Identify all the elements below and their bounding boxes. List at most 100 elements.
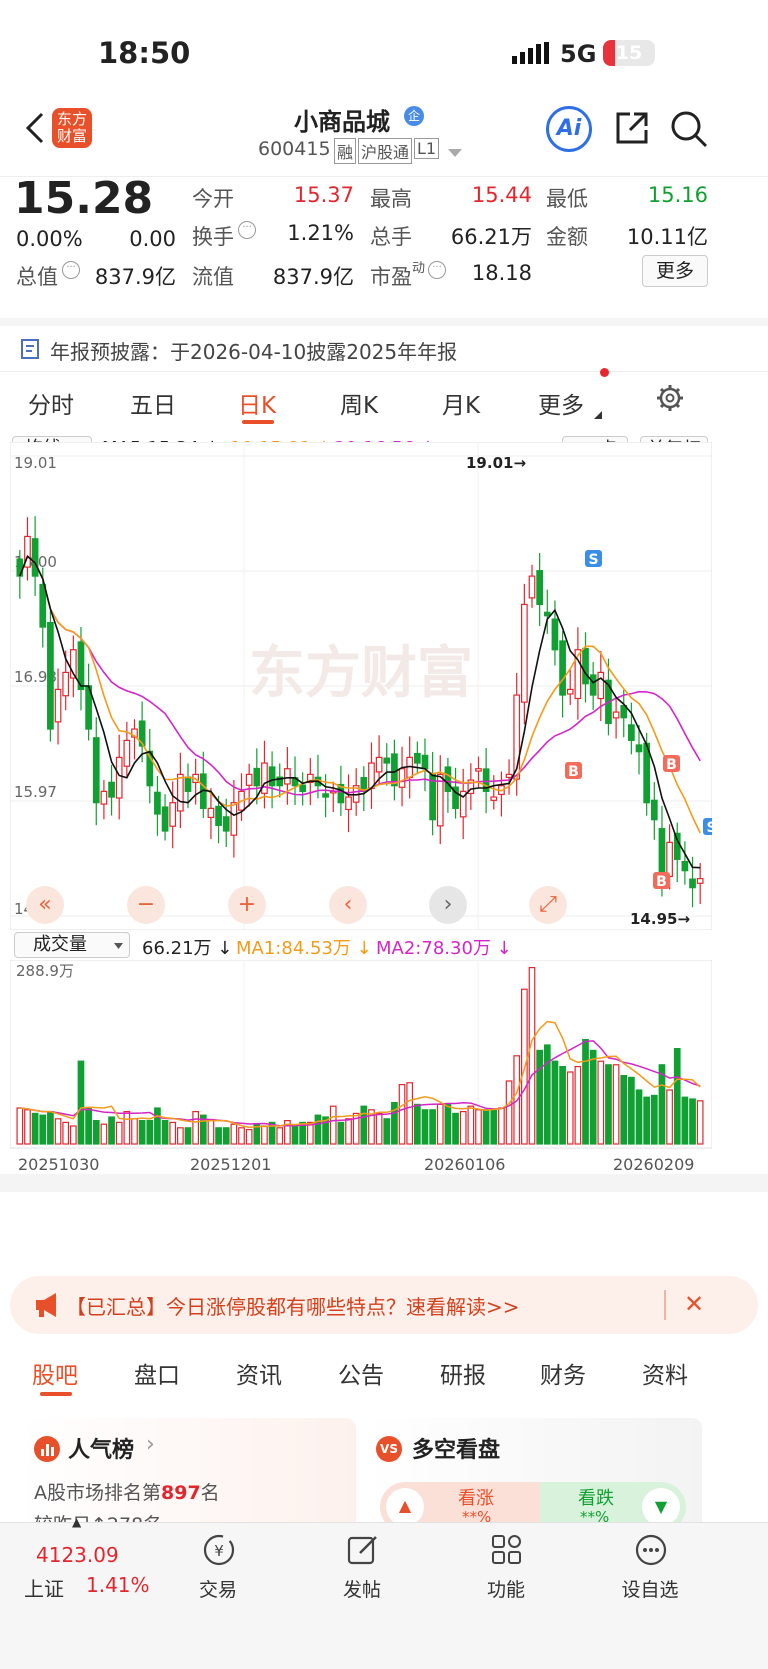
nav-post-label[interactable]: 发帖: [312, 1575, 412, 1602]
tab-daily-k[interactable]: 日K: [238, 386, 276, 420]
share-icon[interactable]: [614, 110, 650, 150]
status-bar: 18:50 5G 15: [0, 0, 768, 100]
period-tabs: 分时 五日 日K 周K 月K 更多: [0, 368, 768, 430]
change-value: 0.00: [129, 227, 176, 251]
volume-bar: [574, 1065, 582, 1145]
trade-icon[interactable]: ¥: [202, 1533, 236, 1571]
signal-label: S: [588, 552, 598, 568]
open-value: 15.37: [293, 183, 354, 207]
nav-functions-label[interactable]: 功能: [456, 1575, 556, 1602]
volume-bar: [329, 1105, 337, 1145]
tab-orderbook[interactable]: 盘口: [134, 1356, 180, 1390]
grid-icon[interactable]: [490, 1533, 524, 1571]
candle: [92, 737, 100, 804]
last-price: 15.28: [14, 173, 154, 224]
tab-forum[interactable]: 股吧: [32, 1356, 78, 1390]
candle: [597, 671, 605, 700]
candle: [253, 767, 261, 787]
expand-arrow-icon[interactable]: ▲: [72, 1515, 81, 1529]
high-value: 15.44: [471, 183, 532, 207]
ai-button[interactable]: Ai: [546, 106, 592, 152]
volume-value: 66.21万: [450, 225, 532, 249]
nav-watchlist-label[interactable]: 设自选: [600, 1575, 700, 1602]
tab-five-day[interactable]: 五日: [130, 386, 176, 420]
low-label: 最低: [546, 187, 588, 211]
volume-max-label: 288.9万: [16, 962, 74, 980]
close-icon[interactable]: ✕: [684, 1290, 704, 1318]
bear-arrow-icon: ▼: [642, 1488, 680, 1522]
price-chart[interactable]: 19.0118.0016.9815.9714.95东方财富19.01→14.95…: [10, 442, 712, 930]
active-tab-indicator: [242, 420, 274, 424]
red-dot: [600, 368, 609, 377]
volume-bar: [192, 1111, 199, 1145]
volume-bar: [207, 1120, 215, 1145]
volume-bar: [215, 1127, 222, 1145]
volume-bar: [62, 1121, 70, 1145]
caret-down-icon[interactable]: [448, 144, 462, 163]
zoom-in-button[interactable]: +: [228, 886, 266, 924]
index-value[interactable]: 4123.09: [36, 1543, 119, 1567]
tab-weekly-k[interactable]: 周K: [340, 386, 378, 420]
volume-value-label: 66.21万 ↓: [142, 938, 233, 959]
volume-bar: [498, 1107, 505, 1145]
volume-bar: [92, 1120, 100, 1145]
tab-news[interactable]: 资讯: [236, 1356, 282, 1390]
volume-bar: [276, 1127, 284, 1145]
tab-profile[interactable]: 资料: [642, 1356, 688, 1390]
tab-monthly-k[interactable]: 月K: [442, 386, 480, 420]
tab-research[interactable]: 研报: [440, 1356, 486, 1390]
banner-text: 【已汇总】今日涨停股都有哪些特点？速看解读>>: [66, 1295, 520, 1319]
fullscreen-button[interactable]: ⤢: [529, 886, 567, 924]
volume-label: 总手: [370, 225, 412, 249]
index-name[interactable]: 上证: [24, 1573, 64, 1602]
volume-bar: [16, 1107, 24, 1145]
nav-trade-label[interactable]: 交易: [168, 1575, 268, 1602]
annual-report-notice[interactable]: 年报预披露：于2026-04-10披露2025年年报: [0, 318, 768, 372]
candle: [413, 752, 421, 764]
info-icon[interactable]: ···: [62, 261, 80, 279]
candle: [689, 878, 696, 889]
volume-chart[interactable]: 288.9万 20251030 20251201 20260106 20260209: [10, 960, 712, 1190]
index-percent[interactable]: 1.41%: [86, 1573, 150, 1597]
zoom-out-far-button[interactable]: «: [26, 886, 64, 924]
promo-banner[interactable]: 【已汇总】今日涨停股都有哪些特点？速看解读>> ✕: [10, 1276, 758, 1334]
tab-financials[interactable]: 财务: [540, 1356, 586, 1390]
volume-bar: [161, 1120, 169, 1145]
scroll-left-button[interactable]: ‹: [329, 886, 367, 924]
info-icon[interactable]: ···: [238, 221, 256, 239]
quote-panel: 15.28 0.00% 0.00 今开 15.37 最高 15.44 最低 15…: [0, 173, 768, 316]
search-icon[interactable]: [670, 110, 708, 152]
bear-side[interactable]: 看跌 **% ▼: [540, 1482, 686, 1522]
more-dots-icon[interactable]: [634, 1533, 668, 1571]
zoom-out-button[interactable]: −: [127, 886, 165, 924]
tab-intraday[interactable]: 分时: [28, 386, 74, 420]
candle: [47, 622, 54, 730]
info-icon[interactable]: ···: [428, 261, 446, 279]
volume-bar: [452, 1112, 459, 1145]
post-icon[interactable]: [346, 1533, 380, 1571]
candle: [215, 805, 222, 826]
tab-announcements[interactable]: 公告: [338, 1356, 384, 1390]
mktcap-value: 837.9亿: [94, 265, 176, 289]
candle: [696, 878, 704, 884]
battery-level: 15: [615, 42, 643, 64]
tab-more[interactable]: 更多: [538, 386, 584, 420]
candle: [543, 611, 551, 617]
scroll-right-button[interactable]: ›: [429, 886, 467, 924]
back-icon[interactable]: [18, 110, 54, 146]
amount-label: 金额: [546, 225, 588, 249]
bear-label: 看跌: [578, 1488, 614, 1509]
volume-bar: [467, 1105, 475, 1145]
volume-bar: [429, 1109, 436, 1145]
long-short-card[interactable]: VS 多空看盘 ▲ 看涨 **% 看跌 **% ▼: [364, 1418, 702, 1522]
more-button[interactable]: 更多: [642, 255, 708, 287]
vs-icon: VS: [376, 1436, 402, 1462]
volume-bar: [406, 1082, 414, 1145]
popularity-card[interactable]: 人气榜 › A股市场排名第897名 较昨日↑278名: [20, 1418, 356, 1522]
bull-side[interactable]: ▲ 看涨 **%: [380, 1482, 540, 1522]
settings-icon[interactable]: [656, 384, 684, 416]
volume-select[interactable]: 成交量: [14, 932, 130, 958]
volume-bar: [138, 1120, 146, 1145]
candle: [444, 766, 452, 792]
candle: [612, 711, 620, 719]
